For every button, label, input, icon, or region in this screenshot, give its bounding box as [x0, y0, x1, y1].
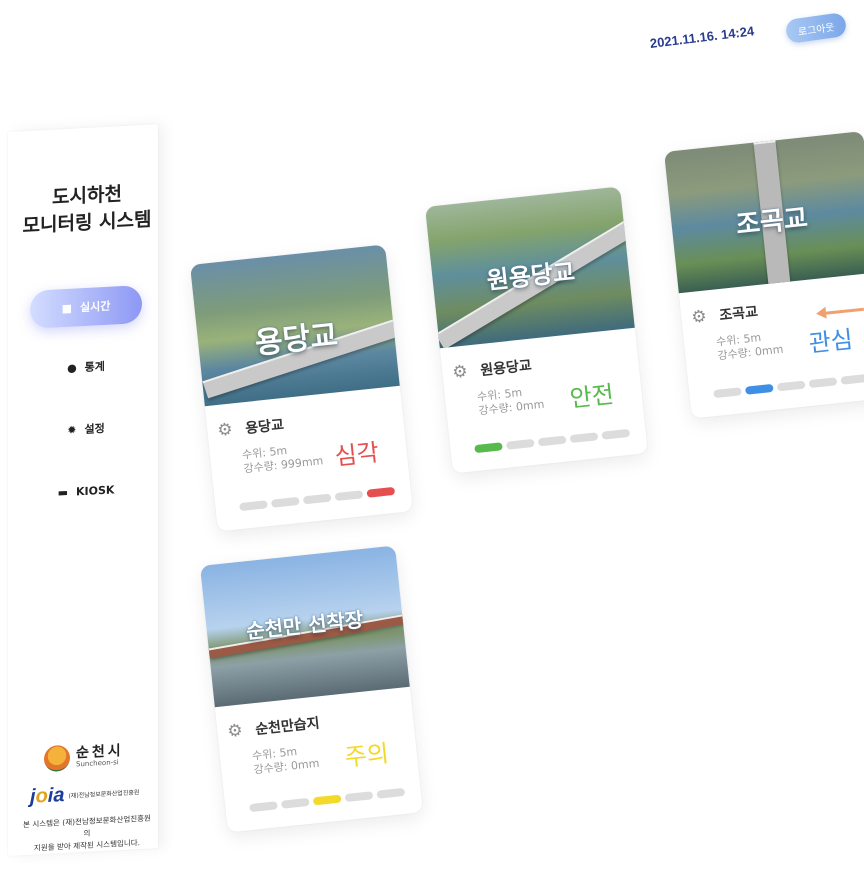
nav-statistics-label: 통계: [84, 359, 105, 374]
nav-kiosk[interactable]: ▬ KIOSK: [30, 469, 142, 513]
nav-settings-label: 설정: [84, 421, 105, 436]
status-label: 심각: [333, 438, 381, 471]
bridge-photo: 원용당교: [425, 186, 635, 349]
settings-gear-icon[interactable]: ⚙: [451, 361, 468, 382]
jcia-logo: joia: [30, 784, 65, 808]
bridge-photo: 조곡교: [664, 131, 864, 294]
status-label: 관심: [807, 325, 855, 358]
gear-icon: ✹: [67, 422, 77, 437]
bridge-name: 용당교: [244, 417, 285, 438]
level-bar: [474, 428, 631, 454]
nav-settings[interactable]: ✹ 설정: [30, 407, 142, 451]
settings-gear-icon[interactable]: ⚙: [690, 306, 707, 327]
nav-realtime[interactable]: ■ 실시간: [30, 284, 142, 329]
org-logo: joia (재)전남정보문화산업진흥원: [30, 780, 139, 809]
nav-statistics[interactable]: ● 통계: [30, 345, 142, 389]
settings-gear-icon[interactable]: ⚙: [216, 419, 233, 440]
status-label: 주의: [343, 739, 391, 772]
bridge-card-suncheon[interactable]: 순천만 선착장 ⚙ 순천만습지 수위: 5m 강수량: 0mm 주의: [200, 545, 423, 833]
bridge-card-wonyong[interactable]: 원용당교 ⚙ 원용당교 수위: 5m 강수량: 0mm 안전: [425, 186, 648, 474]
status-label: 안전: [568, 380, 616, 413]
sidebar: 도시하천 모니터링 시스템 ■ 실시간 ● 통계 ✹ 설정 ▬ KIOSK 순천…: [8, 124, 158, 856]
level-bar: [249, 787, 406, 813]
datetime-display: 2021.11.16. 14:24: [649, 23, 755, 51]
bridge-photo: 순천만 선착장: [200, 545, 410, 708]
bridge-name: 원용당교: [479, 357, 533, 380]
bridge-name: 조곡교: [718, 304, 759, 325]
city-logo: 순천시 Suncheon-si: [44, 742, 124, 773]
camera-icon: ■: [61, 301, 73, 315]
level-bar: [239, 486, 396, 512]
level-bar: [713, 373, 864, 399]
settings-gear-icon[interactable]: ⚙: [226, 720, 243, 741]
bridge-card-yongdang[interactable]: 용당교 ⚙ 용당교 수위: 5m 강수량: 999mm 심각: [190, 244, 413, 532]
logout-button[interactable]: 로그아웃: [784, 11, 848, 45]
city-name-en: Suncheon-si: [76, 758, 119, 769]
nav-kiosk-label: KIOSK: [75, 482, 115, 498]
app-title-line2: 모니터링 시스템: [22, 208, 152, 238]
bridge-photo: 용당교: [190, 244, 400, 407]
monitor-icon: ▬: [57, 485, 68, 499]
app-title: 도시하천 모니터링 시스템: [22, 179, 152, 240]
chart-icon: ●: [67, 360, 77, 375]
suncheon-emblem-icon: [44, 744, 70, 773]
org-name: (재)전남정보문화산업진흥원: [68, 789, 140, 800]
bridge-name: 순천만습지: [254, 715, 321, 739]
bridge-card-jogok[interactable]: 조곡교 ⚙ 조곡교 수위: 5m 강수량: 0mm 관심: [664, 131, 864, 419]
footnote: 본 시스템은 (재)전남정보문화산업진흥원의 지원을 받아 제작된 시스템입니다…: [22, 812, 152, 855]
nav-realtime-label: 실시간: [80, 299, 111, 315]
